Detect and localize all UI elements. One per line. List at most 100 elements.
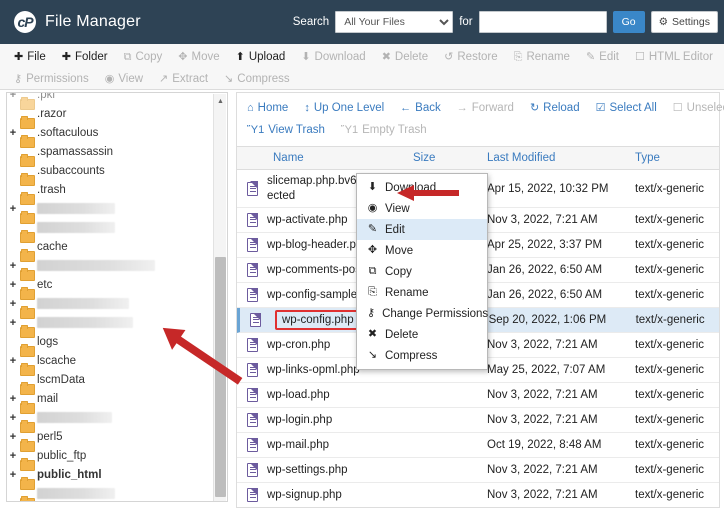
settings-button[interactable]: ⚙ Settings [651,11,718,33]
tree-node-trash[interactable]: .trash [7,180,211,199]
tree-node-lscmData[interactable]: lscmData [7,370,211,389]
tree-expand-icon[interactable]: + [7,92,19,101]
cell-file-type: text/x-generic [635,289,719,301]
file-document-icon [237,363,267,377]
context-menu-edit[interactable]: ✎Edit [357,219,487,240]
search-scope-select[interactable]: All Your Files [335,11,453,33]
tree-expand-icon[interactable]: + [7,203,19,215]
toolbar-file-button[interactable]: ✚File [6,46,54,68]
file-table-body: slicemap.php.bv6083.suspected8.46 KBApr … [236,170,720,508]
column-header-type[interactable]: Type [635,152,719,164]
context-menu-item-label: Copy [385,266,412,278]
table-row[interactable]: wp-signup.phpNov 3, 2022, 7:21 AMtext/x-… [237,483,719,508]
toolbar-row-primary: ✚File✚Folder⧉Copy✥Move⬆Upload⬇Download✖D… [6,46,718,68]
context-menu-item-label: Rename [385,287,428,299]
tree-node-mail[interactable]: +mail [7,389,211,408]
tree-node-cache[interactable]: cache [7,237,211,256]
tree-node-razor[interactable]: .razor [7,104,211,123]
nav-forward-button: →Forward [449,97,522,119]
toolbar-item-label: Extract [172,73,208,85]
download-icon: ⬇ [367,182,378,193]
tree-expand-icon[interactable]: + [7,279,19,291]
cell-file-type: text/x-generic [635,239,719,251]
tree-expand-icon[interactable]: + [7,450,19,462]
context-menu-delete[interactable]: ✖Delete [357,324,487,345]
tree-node-redacted-17[interactable]: + [7,408,211,427]
nav-select-all-button[interactable]: ☑Select All [588,97,665,119]
nav-unselect-all-button: ☐Unselect All [665,97,724,119]
search-input[interactable] [479,11,607,33]
tree-expand-icon[interactable]: + [7,298,19,310]
table-row[interactable]: wp-login.phpNov 3, 2022, 7:21 AMtext/x-g… [237,408,719,433]
directory-tree: +.pki.razor+.softaculous.spamassassin.su… [7,92,211,502]
table-row[interactable]: wp-mail.phpOct 19, 2022, 8:48 AMtext/x-g… [237,433,719,458]
toolbar-folder-button[interactable]: ✚Folder [54,46,116,68]
tree-node-logs[interactable]: logs [7,332,211,351]
tree-node-pki[interactable]: +.pki [7,92,211,104]
toolbar-delete-button: ✖Delete [374,46,436,68]
sidebar-scrollbar[interactable]: ▲ [213,94,226,502]
tree-node-spamassassin[interactable]: .spamassassin [7,142,211,161]
context-menu-compress[interactable]: ↘Compress [357,345,487,366]
gear-icon: ⚙ [659,16,668,28]
tree-node-redacted-21[interactable] [7,484,211,502]
tree-node-etc[interactable]: +etc [7,275,211,294]
nav-view-trash-button[interactable]: Ὕ1View Trash [239,119,333,141]
tree-expand-icon[interactable]: + [7,260,19,272]
tree-node-softaculous[interactable]: +.softaculous [7,123,211,142]
tree-node-redacted-6[interactable]: + [7,199,211,218]
context-menu-copy[interactable]: ⧉Copy [357,261,487,282]
context-menu-move[interactable]: ✥Move [357,240,487,261]
document-glyph [247,488,258,502]
cell-file-name[interactable]: wp-load.php [267,388,413,402]
rename-icon: ⎘ [514,52,523,63]
nav-home-button[interactable]: ⌂Home [239,97,296,119]
cell-file-name[interactable]: wp-mail.php [267,438,413,452]
tree-node-redacted-7[interactable] [7,218,211,237]
cell-file-type: text/x-generic [635,214,719,226]
column-header-name[interactable]: Name [237,152,413,164]
nav-reload-button[interactable]: ↻Reload [522,97,588,119]
close-icon: ✖ [382,52,391,63]
tree-node-redacted-12[interactable]: + [7,313,211,332]
tree-expand-icon[interactable]: + [7,412,19,424]
cell-file-name[interactable]: wp-signup.php [267,488,413,502]
tree-expand-icon[interactable]: + [7,317,19,329]
nav-up-one-level-button[interactable]: ↕Up One Level [296,97,392,119]
nav-back-button[interactable]: ←Back [392,97,449,119]
tree-expand-icon[interactable]: + [7,469,19,481]
context-menu-view[interactable]: ◉View [357,198,487,219]
context-menu-rename[interactable]: ⎘Rename [357,282,487,303]
toolbar-edit-button: ✎Edit [578,46,627,68]
document-glyph [250,313,261,327]
tree-expand-icon[interactable]: + [7,127,19,139]
nav-item-label: Back [415,102,441,114]
tree-expand-icon[interactable]: + [7,431,19,443]
tree-node-public_html[interactable]: +public_html [7,465,211,484]
checkbox-empty-icon: ☐ [673,103,683,114]
context-menu-download[interactable]: ⬇Download [357,177,487,198]
tree-node-public_ftp[interactable]: +public_ftp [7,446,211,465]
column-header-size[interactable]: Size [413,152,487,164]
tree-expand-icon[interactable]: + [7,355,19,367]
cell-file-name[interactable]: wp-login.php [267,413,413,427]
tree-node-redacted-11[interactable]: + [7,294,211,313]
cell-file-name[interactable]: wp-settings.php [267,463,413,477]
sidebar-scrollbar-thumb[interactable] [215,257,226,497]
tree-expand-icon[interactable]: + [7,393,19,405]
table-row[interactable]: wp-settings.phpNov 3, 2022, 7:21 AMtext/… [237,458,719,483]
tree-node-label-redacted [37,222,115,233]
scroll-up-arrow-icon[interactable]: ▲ [214,95,227,108]
search-go-button[interactable]: Go [613,11,645,33]
tree-node-label-redacted [37,260,155,271]
column-header-last-modified[interactable]: Last Modified [487,152,635,164]
highlighted-file-name[interactable]: wp-config.php [275,310,361,330]
tree-node-perl5[interactable]: +perl5 [7,427,211,446]
cell-last-modified: Jan 26, 2022, 6:50 AM [487,264,635,276]
table-row[interactable]: wp-load.phpNov 3, 2022, 7:21 AMtext/x-ge… [237,383,719,408]
tree-node-redacted-9[interactable]: + [7,256,211,275]
toolbar-upload-button[interactable]: ⬆Upload [228,46,294,68]
tree-node-lscache[interactable]: +lscache [7,351,211,370]
tree-node-subaccounts[interactable]: .subaccounts [7,161,211,180]
context-menu-change-permissions[interactable]: ⚷Change Permissions [357,303,487,324]
